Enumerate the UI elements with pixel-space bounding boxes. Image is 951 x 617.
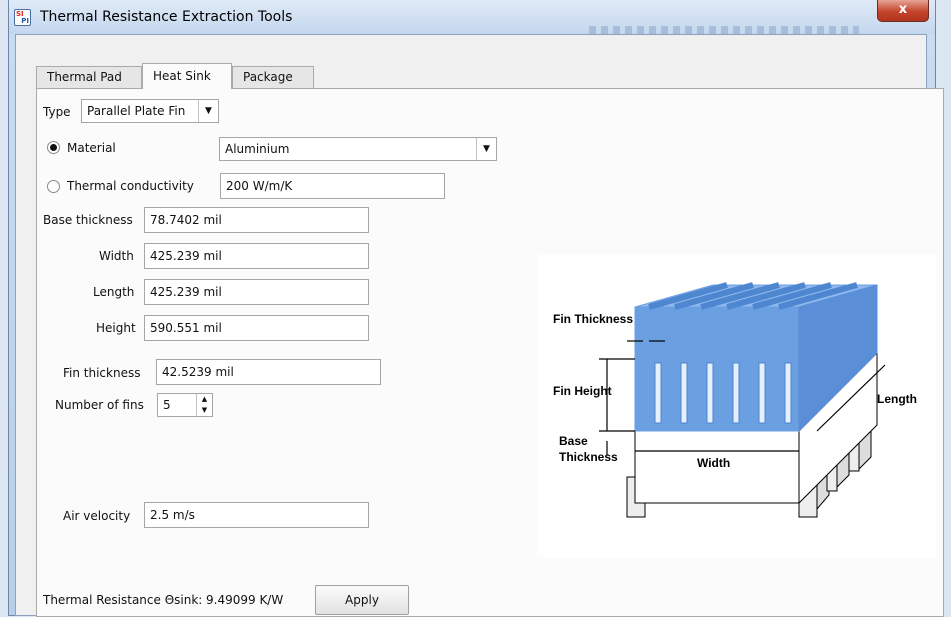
close-button[interactable]: x	[877, 0, 929, 22]
chevron-down-icon: ▼	[476, 138, 496, 160]
diagram-label-fin-height: Fin Height	[553, 384, 612, 398]
heat-sink-illustration: Fin Thickness Fin Height Base Thickness …	[553, 282, 917, 518]
height-label: Height	[96, 321, 136, 335]
heat-sink-panel: Type Parallel Plate Fin ▼ Material Alumi…	[36, 88, 944, 617]
height-input[interactable]: 590.551 mil	[144, 315, 369, 341]
thermal-resistance-value: 9.49099 K/W	[206, 593, 284, 607]
tab-package[interactable]: Package	[232, 66, 314, 88]
length-label: Length	[93, 285, 135, 299]
apply-button[interactable]: Apply	[315, 585, 409, 615]
close-icon: x	[898, 2, 908, 17]
diagram-label-fin-thickness: Fin Thickness	[553, 312, 633, 326]
window-title: Thermal Resistance Extraction Tools	[40, 9, 293, 25]
number-of-fins-label: Number of fins	[55, 398, 144, 412]
width-input[interactable]: 425.239 mil	[144, 243, 369, 269]
app-icon: SI PI	[14, 9, 31, 26]
type-select[interactable]: Parallel Plate Fin ▼	[81, 99, 219, 123]
number-of-fins-spinner[interactable]: 5 ▲ ▼	[157, 393, 213, 417]
app-window: SI PI Thermal Resistance Extraction Tools…	[8, 0, 944, 617]
thermal-conductivity-input[interactable]: 200 W/m/K	[220, 173, 445, 199]
air-velocity-input[interactable]: 2.5 m/s	[144, 502, 369, 528]
title-bar[interactable]: SI PI Thermal Resistance Extraction Tools…	[9, 0, 935, 36]
type-label: Type	[43, 105, 71, 119]
material-radio[interactable]	[47, 141, 60, 154]
thermal-conductivity-label: Thermal conductivity	[67, 179, 194, 193]
diagram-label-width: Width	[697, 456, 730, 470]
diagram-label-base: Base	[559, 434, 588, 448]
diagram-label-length: Length	[877, 392, 917, 406]
base-thickness-input[interactable]: 78.7402 mil	[144, 207, 369, 233]
tab-thermal-pad[interactable]: Thermal Pad	[36, 66, 142, 88]
chevron-down-icon: ▼	[198, 100, 218, 122]
air-velocity-label: Air velocity	[63, 509, 131, 523]
thermal-conductivity-radio[interactable]	[47, 180, 60, 193]
client-area: Thermal Pad Heat Sink Package Type Paral…	[15, 34, 944, 617]
material-select[interactable]: Aluminium ▼	[219, 137, 497, 161]
diagram-label-thickness: Thickness	[559, 450, 618, 464]
base-thickness-label: Base thickness	[43, 213, 133, 227]
thermal-resistance-label: Thermal Resistance Θsink:	[43, 593, 203, 607]
tab-heat-sink[interactable]: Heat Sink	[142, 63, 232, 89]
fin-thickness-input[interactable]: 42.5239 mil	[156, 359, 381, 385]
width-label: Width	[99, 249, 134, 263]
material-label: Material	[67, 141, 116, 155]
length-input[interactable]: 425.239 mil	[144, 279, 369, 305]
heat-sink-diagram: Fin Thickness Fin Height Base Thickness …	[537, 255, 937, 557]
spinner-arrows-icon[interactable]: ▲ ▼	[196, 394, 212, 416]
fin-thickness-label: Fin thickness	[63, 366, 141, 380]
